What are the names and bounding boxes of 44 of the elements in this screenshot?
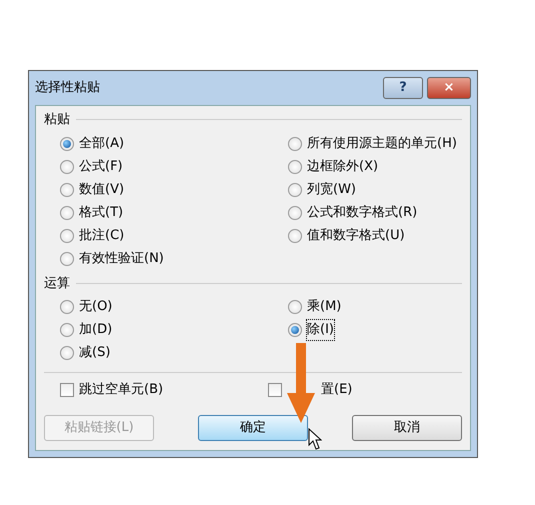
radio-button[interactable]: [288, 300, 302, 314]
option-label: 公式(F): [79, 158, 123, 176]
option-label: 值和数字格式(U): [307, 226, 405, 245]
dialog-button[interactable]: 确定: [198, 415, 308, 441]
option-label: 有效性验证(N): [79, 250, 164, 268]
checkbox-label: 跳过空单元(B): [79, 381, 164, 400]
radio-button[interactable]: [288, 323, 302, 337]
radio-button[interactable]: [60, 160, 74, 174]
dialog-button[interactable]: 取消: [352, 415, 462, 441]
group-label: 运算: [44, 274, 70, 292]
option-label: 列宽(W): [307, 180, 356, 199]
checkbox[interactable]: [268, 383, 282, 397]
checkbox-label: 置(E): [321, 381, 352, 400]
option-label: 数值(V): [79, 180, 124, 199]
radio-button[interactable]: [60, 136, 74, 150]
option-label: 减(S): [79, 344, 110, 362]
radio-button[interactable]: [288, 136, 302, 150]
help-button[interactable]: ?: [383, 77, 423, 99]
radio-button[interactable]: [288, 228, 302, 242]
radio-button[interactable]: [60, 300, 74, 314]
option-label: 批注(C): [79, 226, 124, 245]
option-label: 格式(T): [79, 204, 124, 222]
radio-button[interactable]: [60, 346, 74, 360]
option-label: 乘(M): [307, 298, 342, 316]
group-label: 粘贴: [44, 111, 70, 129]
radio-button[interactable]: [60, 228, 74, 242]
radio-button[interactable]: [60, 252, 74, 266]
option-label: 除(I): [307, 320, 334, 340]
option-label: 加(D): [79, 321, 112, 340]
option-label: 全部(A): [79, 134, 124, 153]
option-label: 所有使用源主题的单元(H): [307, 134, 457, 153]
radio-button[interactable]: [288, 206, 302, 220]
radio-button[interactable]: [60, 182, 74, 196]
radio-button[interactable]: [60, 206, 74, 220]
radio-button[interactable]: [288, 182, 302, 196]
radio-button[interactable]: [60, 323, 74, 337]
window-title: 选择性粘贴: [35, 79, 100, 98]
checkbox[interactable]: [60, 383, 74, 397]
option-label: 无(O): [79, 298, 112, 316]
radio-button[interactable]: [288, 160, 302, 174]
arrow-icon: [287, 343, 315, 423]
option-label: 公式和数字格式(R): [307, 204, 418, 222]
cursor-icon: [308, 428, 322, 450]
option-label: 边框除外(X): [307, 158, 378, 176]
